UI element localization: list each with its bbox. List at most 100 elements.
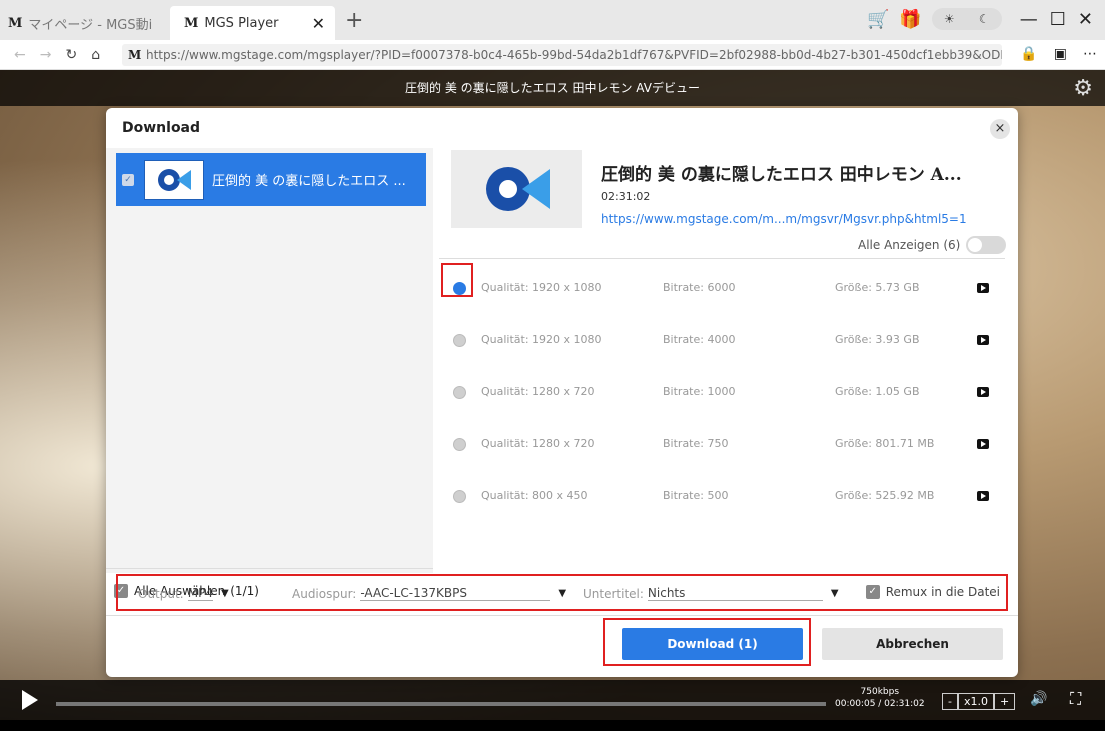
- gear-icon[interactable]: ⚙: [1073, 76, 1093, 101]
- address-bar: ← → ↻ ⌂ M https://www.mgstage.com/mgspla…: [0, 40, 1105, 70]
- quality-text: Qualität: 1920 x 1080: [481, 333, 602, 346]
- toggle-switch[interactable]: [966, 236, 1007, 254]
- cancel-button[interactable]: Abbrechen: [822, 628, 1003, 660]
- playback-stats: 750kbps 00:00:05 / 02:31:02: [835, 686, 925, 710]
- download-dialog: Download × ✓ 圧倒的 美 の裏に隠したエロス ... ✓ Alle …: [106, 108, 1018, 677]
- reload-icon[interactable]: ↻: [65, 47, 77, 63]
- gift-icon[interactable]: 🎁: [899, 9, 921, 30]
- divider: [106, 568, 433, 569]
- cart-icon[interactable]: 🛒: [867, 9, 889, 30]
- progress-bar[interactable]: [56, 702, 826, 706]
- toolbar-icons: 🛒 🎁 ☀ ☾ —☐✕: [867, 8, 1105, 30]
- speed-minus-button[interactable]: -: [942, 693, 958, 710]
- video-title-bar: 圧倒的 美 の裏に隠したエロス 田中レモン AVデビュー: [0, 70, 1105, 106]
- tab-mypage[interactable]: M マイページ - MGS動i: [8, 6, 168, 40]
- close-tab-icon[interactable]: ✕: [312, 14, 325, 33]
- video-play-icon[interactable]: [977, 387, 989, 397]
- size-text: Größe: 525.92 MB: [835, 489, 935, 502]
- video-play-icon[interactable]: [977, 439, 989, 449]
- back-icon[interactable]: ←: [14, 47, 26, 63]
- quality-row[interactable]: Qualität: 1920 x 1080 Bitrate: 6000 Größ…: [439, 263, 1005, 315]
- size-text: Größe: 801.71 MB: [835, 437, 935, 450]
- output-select[interactable]: Output: MP4 ▼: [138, 586, 229, 601]
- mgs-logo-icon: M: [184, 15, 199, 31]
- volume-icon[interactable]: 🔊: [1030, 691, 1047, 707]
- quality-radio[interactable]: [453, 334, 466, 347]
- remux-label: Remux in die Datei: [885, 585, 1000, 599]
- remux-checkbox[interactable]: ✓ Remux in die Datei: [865, 585, 1000, 599]
- theme-toggle[interactable]: ☀ ☾: [931, 8, 1002, 30]
- item-checkbox[interactable]: ✓: [122, 173, 134, 186]
- browser-tab-bar: M マイページ - MGS動i M MGS Player ✕ + 🛒 🎁 ☀ ☾…: [0, 0, 1105, 40]
- list-item[interactable]: ✓ 圧倒的 美 の裏に隠したエロス ...: [116, 153, 426, 206]
- bitrate-readout: 750kbps: [860, 687, 900, 697]
- show-all-toggle[interactable]: Alle Anzeigen (6): [858, 236, 1007, 254]
- options-bar: Output: MP4 ▼ Audiospur: -AAC-LC-137KBPS…: [116, 574, 1008, 611]
- quality-radio[interactable]: [453, 438, 466, 451]
- quality-text: Qualität: 1280 x 720: [481, 385, 595, 398]
- home-icon[interactable]: ⌂: [91, 47, 100, 63]
- divider: [106, 615, 1018, 616]
- video-title: 圧倒的 美 の裏に隠したエロス 田中レモン AVデビュー: [405, 81, 700, 95]
- quality-radio[interactable]: [453, 386, 466, 399]
- detail-thumbnail: [451, 150, 582, 228]
- forward-icon[interactable]: →: [40, 47, 52, 63]
- highlight-frame: [441, 263, 473, 297]
- fullscreen-icon[interactable]: ⛶: [1070, 689, 1081, 709]
- url-field[interactable]: M https://www.mgstage.com/mgsplayer/?PID…: [122, 44, 1002, 66]
- close-dialog-button[interactable]: ×: [990, 119, 1010, 139]
- subtitle-value: Nichts: [647, 586, 823, 601]
- lock-icon[interactable]: 🔒: [1020, 46, 1037, 62]
- size-text: Größe: 1.05 GB: [835, 385, 920, 398]
- audio-label: Audiospur:: [292, 586, 357, 601]
- speed-control: - x1.0 +: [942, 693, 1016, 710]
- list-item-title: 圧倒的 美 の裏に隠したエロス ...: [212, 174, 406, 189]
- video-detail-title: 圧倒的 美 の裏に隠したエロス 田中レモン A...: [601, 165, 962, 185]
- video-thumbnail: [144, 159, 204, 200]
- bitrate-text: Bitrate: 6000: [663, 281, 736, 294]
- audio-value: -AAC-LC-137KBPS: [360, 586, 551, 601]
- time-readout: 00:00:05 / 02:31:02: [835, 699, 925, 709]
- download-button[interactable]: Download (1): [622, 628, 803, 660]
- bitrate-text: Bitrate: 4000: [663, 333, 736, 346]
- mgs-logo-icon: M: [128, 48, 142, 62]
- address-bar-icons: 🔒 ▣ ⋯: [1020, 46, 1097, 62]
- quality-row[interactable]: Qualität: 1280 x 720 Bitrate: 750 Größe:…: [439, 419, 1005, 471]
- play-icon[interactable]: [22, 690, 38, 710]
- speed-plus-button[interactable]: +: [994, 693, 1016, 710]
- output-value: MP4: [187, 586, 213, 601]
- save-icon[interactable]: ▣: [1054, 46, 1067, 62]
- checkbox-icon: ✓: [865, 585, 880, 599]
- video-play-icon[interactable]: [977, 491, 989, 501]
- quality-radio[interactable]: [453, 490, 466, 503]
- audio-select[interactable]: Audiospur: -AAC-LC-137KBPS ▼: [292, 586, 566, 601]
- video-url-link[interactable]: https://www.mgstage.com/m...m/mgsvr/Mgsv…: [601, 212, 967, 226]
- video-duration: 02:31:02: [601, 190, 651, 203]
- window-controls[interactable]: —☐✕: [1020, 9, 1105, 30]
- video-play-icon[interactable]: [977, 335, 989, 345]
- quality-row[interactable]: Qualität: 1920 x 1080 Bitrate: 4000 Größ…: [439, 315, 1005, 367]
- chevron-down-icon: ▼: [830, 588, 839, 599]
- dialog-title: Download: [122, 120, 201, 136]
- more-icon[interactable]: ⋯: [1083, 46, 1097, 62]
- tab-mgs-player[interactable]: M MGS Player ✕: [170, 6, 335, 40]
- subtitle-select[interactable]: Untertitel: Nichts ▼: [583, 586, 839, 601]
- sun-icon: ☀: [943, 12, 955, 26]
- quality-text: Qualität: 1280 x 720: [481, 437, 595, 450]
- divider: [439, 258, 1005, 259]
- quality-text: Qualität: 1920 x 1080: [481, 281, 602, 294]
- bitrate-text: Bitrate: 1000: [663, 385, 736, 398]
- moon-icon: ☾: [978, 12, 990, 26]
- quality-row[interactable]: Qualität: 1280 x 720 Bitrate: 1000 Größe…: [439, 367, 1005, 419]
- output-label: Output:: [138, 586, 184, 601]
- bottom-bar: [0, 720, 1105, 731]
- quality-row[interactable]: Qualität: 800 x 450 Bitrate: 500 Größe: …: [439, 471, 1005, 523]
- new-tab-icon[interactable]: +: [345, 8, 363, 33]
- chevron-down-icon: ▼: [558, 588, 567, 599]
- speed-value: x1.0: [957, 693, 994, 710]
- size-text: Größe: 5.73 GB: [835, 281, 920, 294]
- show-all-label: Alle Anzeigen (6): [858, 238, 961, 252]
- video-play-icon[interactable]: [977, 283, 989, 293]
- video-list-panel: ✓ 圧倒的 美 の裏に隠したエロス ... ✓ Alle Auswählen (…: [106, 148, 433, 598]
- quality-text: Qualität: 800 x 450: [481, 489, 588, 502]
